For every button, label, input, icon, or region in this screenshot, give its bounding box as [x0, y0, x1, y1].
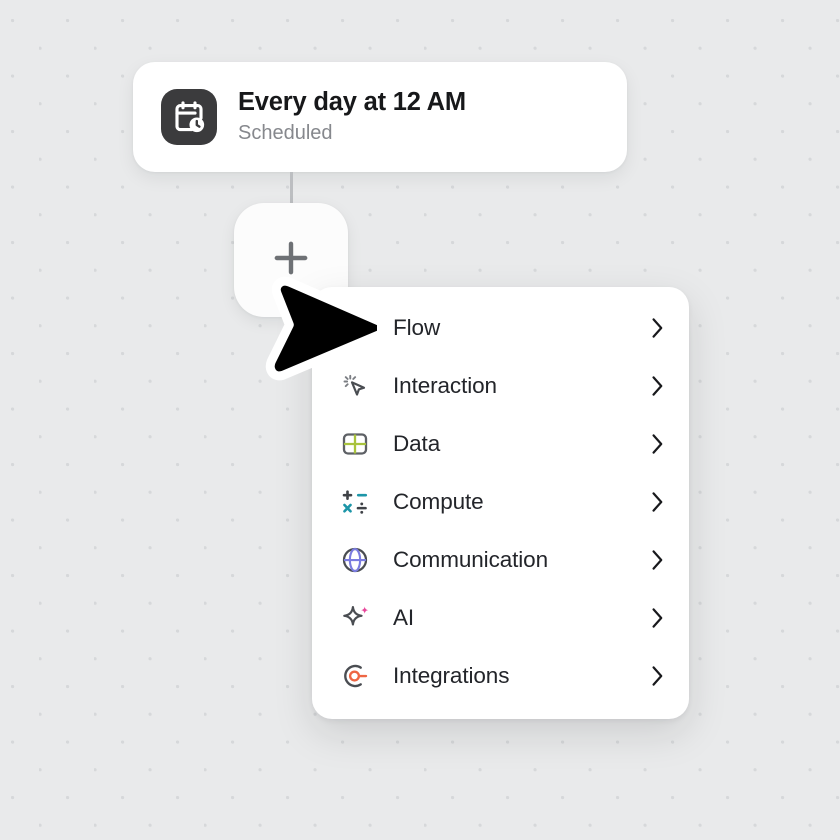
sparkle-icon: [338, 601, 372, 635]
data-table-icon: [338, 427, 372, 461]
flow-nodes-icon: [338, 311, 372, 345]
math-ops-icon: [338, 485, 372, 519]
menu-item-label: Integrations: [393, 663, 510, 688]
chevron-right-icon: [647, 434, 667, 454]
menu-item-label: Communication: [393, 547, 549, 572]
plus-icon: [268, 235, 314, 286]
menu-item-label: Data: [393, 431, 441, 456]
menu-item-label: Interaction: [393, 373, 497, 398]
menu-item-ai[interactable]: AI: [312, 589, 689, 647]
add-node-menu[interactable]: Flow Interaction Data Compute Communicat…: [312, 287, 689, 719]
menu-item-communication[interactable]: Communication: [312, 531, 689, 589]
chevron-right-icon: [647, 608, 667, 628]
menu-item-label: Compute: [393, 489, 484, 514]
menu-item-interaction[interactable]: Interaction: [312, 357, 689, 415]
menu-item-data[interactable]: Data: [312, 415, 689, 473]
calendar-clock-icon: [161, 89, 217, 145]
trigger-node-title: Every day at 12 AM: [238, 87, 466, 116]
workflow-canvas: Every day at 12 AM Scheduled Flow Intera…: [0, 0, 840, 840]
chevron-right-icon: [647, 666, 667, 686]
menu-item-integrations[interactable]: Integrations: [312, 647, 689, 705]
integrations-icon: [338, 659, 372, 693]
menu-item-label: Flow: [393, 315, 441, 340]
trigger-node-card[interactable]: Every day at 12 AM Scheduled: [133, 62, 627, 172]
chevron-right-icon: [647, 550, 667, 570]
globe-icon: [338, 543, 372, 577]
cursor-click-icon: [338, 369, 372, 403]
chevron-right-icon: [647, 492, 667, 512]
trigger-node-subtitle: Scheduled: [238, 122, 333, 145]
chevron-right-icon: [647, 376, 667, 396]
menu-item-label: AI: [393, 605, 415, 630]
trigger-node-text: Every day at 12 AM Scheduled: [238, 88, 466, 146]
menu-item-flow[interactable]: Flow: [312, 299, 689, 357]
menu-item-compute[interactable]: Compute: [312, 473, 689, 531]
chevron-right-icon: [647, 318, 667, 338]
